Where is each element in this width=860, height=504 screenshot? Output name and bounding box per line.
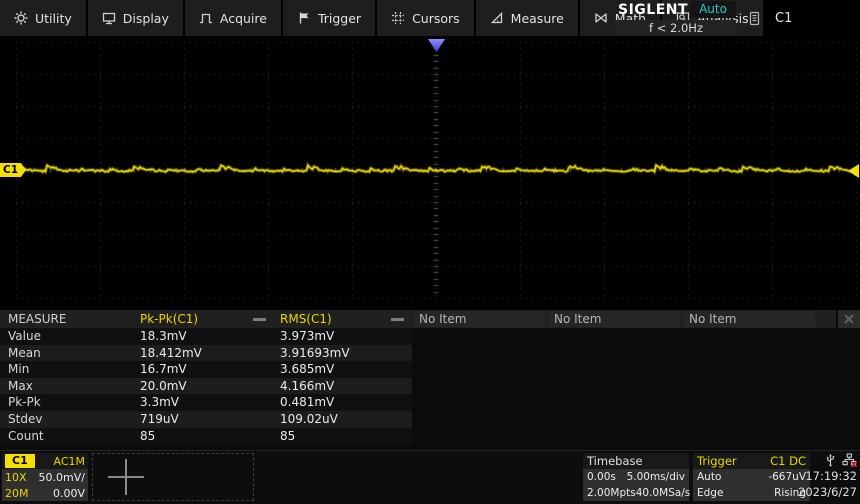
cell-value: 20.0mV [140,378,187,393]
measure-table: Value 18.3mV 3.973mV Mean 18.412mV 3.916… [0,328,412,445]
cell-value: 85 [140,428,156,443]
remove-measure-icon[interactable] [253,314,266,325]
channel-descriptor-box[interactable]: C1 AC1M 10X 50.0mV/ 20M 0.00V [2,453,88,501]
add-channel-slot[interactable] [92,453,254,501]
row-label: Stdev [8,411,43,426]
measure-title: MEASURE [8,312,67,326]
measure-column-pkpk[interactable]: Pk-Pk(C1) [140,312,198,326]
timebase-samplerate: 40.0MSa/s [635,487,691,499]
measure-slot-empty-2[interactable]: No Item [549,311,680,327]
clock-date: 2023/6/27 [798,485,857,499]
table-row: Mean 18.412mV 3.91693mV [0,344,412,362]
clock-time: 17:19:32 [805,469,857,483]
table-row: Count 85 85 [0,427,412,445]
menu-item-display[interactable]: Display [87,0,185,36]
row-label: Max [8,378,33,393]
menu-item-label: Acquire [219,10,267,26]
gear-icon [14,11,28,25]
acquisition-status[interactable]: Auto [690,1,736,18]
cell-value: 18.3mV [140,329,187,343]
frequency-counter: f < 2.0Hz [616,20,736,36]
cell-value: 3.973mV [280,329,335,343]
math-icon [595,13,607,23]
menu-item-label: Display [122,10,169,26]
table-row: Min 16.7mV 3.685mV [0,361,412,378]
measure-close-button[interactable] [838,310,860,328]
table-row: Stdev 719uV 109.02uV [0,410,412,428]
timebase-memory: 2.00Mpts [587,487,636,499]
row-label: Pk-Pk [8,395,41,410]
cell-value: 18.412mV [140,345,202,360]
acquire-icon [199,13,212,24]
row-label: Mean [8,345,41,360]
measure-slot-empty-3[interactable]: No Item [684,311,815,327]
cell-value: 4.166mV [280,378,335,393]
oscilloscope-screen: Utility Display Acquire Trigger Cursors … [0,0,860,504]
timebase-delay: 0.00s [587,471,616,483]
trigger-level-marker[interactable] [848,164,859,178]
row-label: Value [8,329,41,343]
cell-value: 719uV [140,411,179,426]
remove-measure-icon[interactable] [391,314,404,325]
flag-icon [299,12,309,24]
timebase-title: Timebase [587,454,643,468]
channel-offset: 0.00V [52,486,85,500]
cell-value: 16.7mV [140,362,187,377]
table-row: Max 20.0mV 4.166mV [0,377,412,395]
menu-item-utility[interactable]: Utility [0,0,88,36]
lan-disconnected-icon[interactable] [842,453,857,467]
table-row: Value 18.3mV 3.973mV [0,328,412,345]
menu-item-label: Utility [35,10,72,26]
measure-icon [490,11,502,24]
menu-item-label: Trigger [317,10,362,26]
trigger-mode: Auto [697,471,722,483]
channel-coupling: AC1M [53,454,85,468]
menu-item-label: Cursors [412,10,460,26]
channel-offset-arrow-icon [21,163,27,177]
menu-item-label: Measure [510,10,564,26]
measure-slot-empty-1[interactable]: No Item [414,311,545,327]
cursors-icon [392,12,405,24]
brand-status-block: SIGLENT Auto f < 2.0Hz [616,0,736,36]
close-icon [844,314,854,324]
measure-panel: MEASURE Pk-Pk(C1) RMS(C1) No Item No Ite… [0,310,860,450]
menu-item-cursors[interactable]: Cursors [377,0,476,36]
table-row: Pk-Pk 3.3mV 0.481mV [0,394,412,411]
timebase-scale: 5.00ms/div [626,471,685,483]
measure-column-rms[interactable]: RMS(C1) [280,312,332,326]
active-channel-label: C1 [775,10,793,26]
top-menu-bar: Utility Display Acquire Trigger Cursors … [0,0,860,36]
channel-offset-label: C1 [0,163,22,177]
waveform-display[interactable] [0,36,860,310]
brand-logo: SIGLENT [618,1,689,18]
add-channel-icon [108,459,144,495]
menu-item-measure[interactable]: Measure [475,0,580,36]
row-label: Min [8,362,30,377]
cell-value: 3.685mV [280,362,335,377]
active-channel-indicator[interactable]: C1 [748,0,792,36]
channel-probe: 10X [5,470,27,484]
channel-bandwidth: 20M [5,486,29,500]
bottom-status-bar: C1 AC1M 10X 50.0mV/ 20M 0.00V Timebase 0… [0,450,860,504]
cell-value: 85 [280,428,296,443]
channel-badge: C1 [5,454,35,468]
row-label: Count [8,428,44,443]
channel-scale: 50.0mV/ [38,470,85,484]
system-status-block: 17:19:32 2023/6/27 [797,453,857,501]
trigger-box[interactable]: Trigger C1 DC Auto -667uV Edge Rising [693,453,810,501]
menu-item-acquire[interactable]: Acquire [184,0,283,36]
cell-value: 0.481mV [280,395,335,410]
cell-value: 3.91693mV [280,345,350,360]
trigger-type: Edge [697,487,724,499]
cell-value: 109.02uV [280,411,338,426]
display-icon [102,12,115,25]
trigger-title: Trigger [697,454,737,468]
channel-offset-marker[interactable]: C1 [0,163,27,177]
timebase-box[interactable]: Timebase 0.00s 5.00ms/div 2.00Mpts 40.0M… [583,453,691,501]
cell-value: 3.3mV [140,395,179,410]
menu-item-trigger[interactable]: Trigger [282,0,378,36]
list-icon [749,11,760,25]
usb-icon[interactable] [824,453,837,467]
